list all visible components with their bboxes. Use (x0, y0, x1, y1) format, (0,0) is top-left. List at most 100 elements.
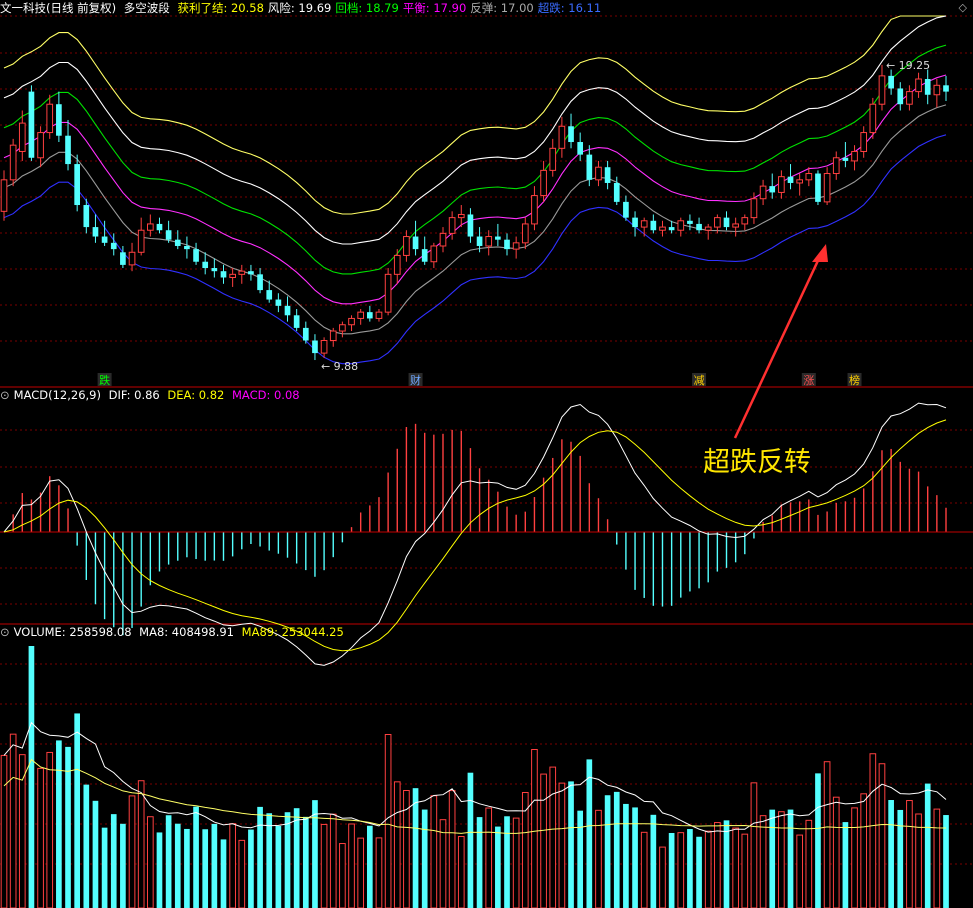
volume-bar (275, 825, 282, 908)
volume-bar (393, 781, 401, 908)
volume-bar (677, 832, 685, 908)
volume-bar (293, 808, 300, 908)
event-marker-4: 榜 (849, 373, 860, 387)
volume-bar (521, 791, 529, 908)
candle-body (769, 186, 776, 193)
candle-body (485, 236, 493, 247)
volume-bar (421, 809, 428, 908)
candle-body (687, 220, 693, 224)
volume-bar (485, 807, 493, 908)
volume-bar (348, 823, 355, 908)
volume-bar (832, 796, 840, 908)
event-marker-0: 跌 (99, 373, 110, 387)
volume-bar (787, 809, 794, 908)
indicator-name[interactable]: 多空波段 (124, 1, 170, 15)
volume-bar (156, 832, 163, 908)
candle-body (568, 126, 574, 143)
volume-bar (457, 836, 465, 908)
candle-body (329, 330, 337, 341)
volume-ma8-line (3, 721, 947, 833)
volume-bar (632, 807, 638, 908)
volume-bar (549, 766, 557, 908)
volume-bar (805, 819, 813, 908)
volume-bar (366, 825, 373, 908)
high-price-label: ← 19.25 (886, 59, 930, 72)
volume-bar (495, 826, 501, 908)
macd-header: ⊙ MACD(12,26,9) DIF: 0.86 DEA: 0.82 MACD:… (0, 387, 304, 403)
band-value-0: 获利了结: 20.58 (177, 1, 264, 15)
volume-bar (357, 837, 365, 908)
stock-title[interactable]: 文一科技(日线 前复权) (0, 1, 116, 15)
settings-icon[interactable]: ⊙ (0, 625, 10, 639)
volume-bar (906, 800, 913, 908)
candle-body (439, 232, 447, 247)
volume-bar (732, 827, 739, 908)
volume-bar (851, 807, 858, 908)
annotation-arrow (733, 251, 824, 439)
candle-body (120, 252, 126, 265)
volume-bar (120, 823, 126, 908)
candle-body (531, 195, 538, 225)
candle-body (467, 214, 474, 237)
volume-header: ⊙ VOLUME: 258598.08 MA8: 408498.91 MA89: … (0, 624, 348, 640)
candle-body (723, 217, 730, 228)
volume-bar (769, 809, 776, 908)
volume-bar (650, 814, 657, 908)
candle-body (933, 84, 941, 96)
candle-body (348, 317, 355, 326)
candle-body (238, 270, 246, 275)
volume-bar (165, 815, 172, 908)
volume-bar (659, 846, 666, 908)
macd-name[interactable]: MACD(12,26,9) (14, 388, 101, 402)
volume-bar (18, 754, 26, 908)
volume-bar (146, 816, 154, 908)
candle-body (604, 167, 611, 183)
volume-bar (238, 839, 246, 908)
candle-body (741, 217, 749, 225)
candle-body (174, 239, 181, 246)
volume-bar (933, 808, 941, 908)
volume-bar (558, 782, 566, 908)
candle-body (74, 164, 81, 206)
volume-bar (37, 767, 44, 908)
volume-bar (823, 761, 831, 908)
candle-body (128, 251, 136, 266)
volume-bar (92, 800, 99, 908)
candle-body (759, 185, 767, 200)
volume-bar (174, 823, 181, 908)
volume-name[interactable]: VOLUME: 258598.08 (14, 625, 132, 639)
macd-dea: DEA: 0.82 (167, 388, 225, 402)
candle-body (778, 176, 785, 193)
volume-bar (613, 791, 620, 908)
volume-bar (257, 806, 263, 908)
candle-body (521, 223, 529, 244)
candle-body (430, 245, 438, 263)
candle-body (202, 261, 209, 269)
candle-body (640, 220, 648, 228)
candle-body (750, 198, 758, 219)
band-value-4: 反弹: 17.00 (470, 1, 534, 15)
candle-body (0, 179, 8, 212)
settings-icon[interactable]: ⊙ (0, 388, 10, 402)
candle-body (668, 227, 675, 231)
volume-bar (284, 812, 291, 908)
volume-bar (476, 817, 483, 908)
volume-bar (248, 829, 254, 908)
candle-body (476, 236, 483, 246)
candle-body (796, 179, 804, 184)
volume-bar (687, 829, 693, 908)
candle-body (540, 169, 547, 197)
corner-icon[interactable]: ◇ (959, 1, 967, 14)
band-profit (3, 15, 946, 215)
volume-bar (28, 646, 35, 908)
candle-body (613, 182, 620, 202)
candle-body (302, 327, 309, 341)
volume-bar (704, 830, 712, 908)
candle-body (357, 311, 365, 319)
candle-body (211, 268, 218, 272)
volume-bar (448, 790, 456, 908)
volume-bar (266, 813, 273, 908)
volume-bar (869, 753, 877, 908)
event-marker-3: 涨 (803, 374, 814, 387)
candle-body (495, 236, 501, 240)
